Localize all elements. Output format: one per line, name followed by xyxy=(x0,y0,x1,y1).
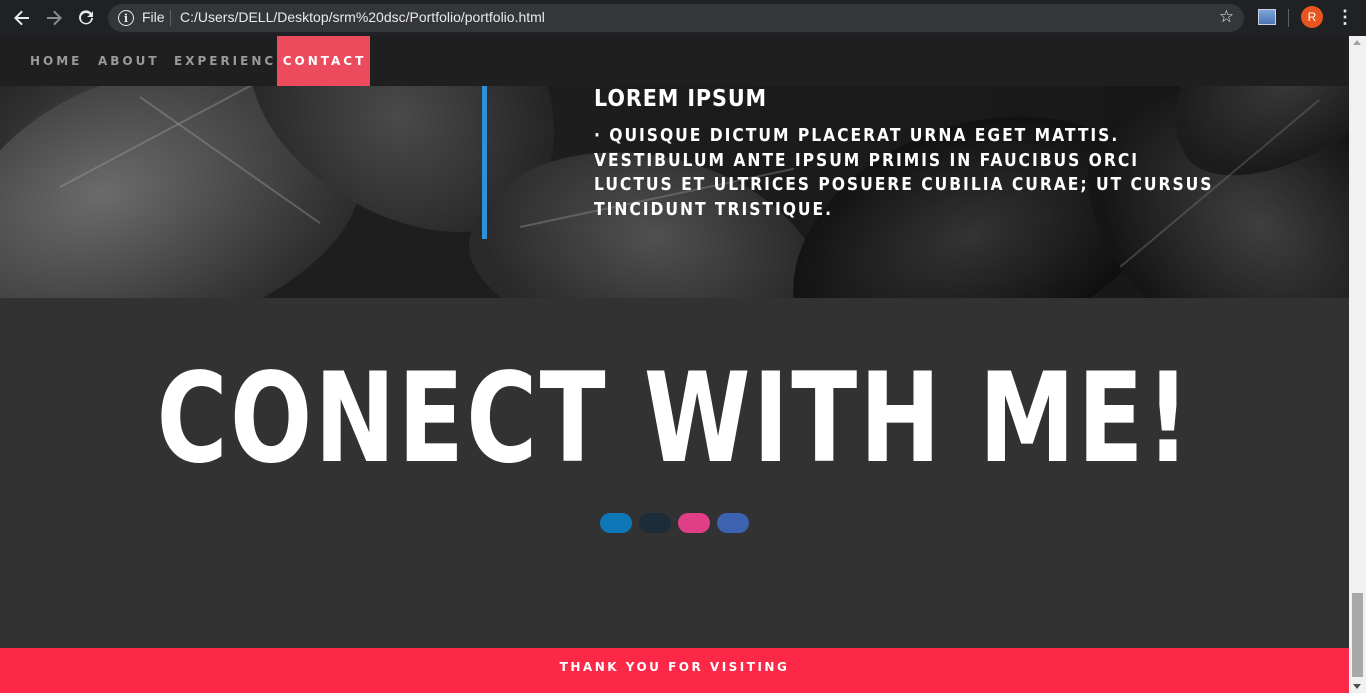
github-button[interactable] xyxy=(639,513,671,533)
star-icon[interactable]: ☆ xyxy=(1219,7,1234,27)
reload-icon[interactable] xyxy=(70,2,102,34)
scroll-thumb[interactable] xyxy=(1352,593,1363,677)
facebook-button[interactable] xyxy=(717,513,749,533)
back-arrow-icon[interactable] xyxy=(6,2,38,34)
footer: THANK YOU FOR VISITING xyxy=(0,648,1349,693)
address-separator xyxy=(170,10,171,26)
url-text[interactable]: C:/Users/DELL/Desktop/srm%20dsc/Portfoli… xyxy=(180,9,545,25)
vertical-scrollbar[interactable] xyxy=(1349,36,1366,693)
page-viewport: LOREM IPSUM · Quisque dictum placerat ur… xyxy=(0,36,1349,693)
top-navbar: HOME ABOUT EXPERIENCE CONTACT xyxy=(0,36,1349,86)
experience-entry-text: · Quisque dictum placerat urna eget matt… xyxy=(594,126,1214,220)
toolbar-separator xyxy=(1288,9,1289,27)
profile-avatar[interactable]: R xyxy=(1301,6,1323,28)
contact-heading: CONECT WITH ME! xyxy=(156,347,1193,491)
info-icon[interactable]: i xyxy=(118,10,134,26)
timeline-accent-bar xyxy=(482,86,487,239)
linkedin-button[interactable] xyxy=(600,513,632,533)
extension-icon[interactable] xyxy=(1258,9,1276,25)
scroll-down-icon[interactable] xyxy=(1353,684,1361,689)
address-bar[interactable]: i File C:/Users/DELL/Desktop/srm%20dsc/P… xyxy=(108,4,1244,32)
browser-toolbar: i File C:/Users/DELL/Desktop/srm%20dsc/P… xyxy=(0,0,1366,36)
scroll-up-icon[interactable] xyxy=(1353,40,1361,45)
nav-contact[interactable]: CONTACT xyxy=(277,36,370,86)
contact-section: CONECT WITH ME! xyxy=(0,298,1349,648)
nav-about[interactable]: ABOUT xyxy=(98,36,160,86)
instagram-button[interactable] xyxy=(678,513,710,533)
url-scheme: File xyxy=(142,9,165,25)
menu-dots-icon[interactable]: ⋮ xyxy=(1336,5,1354,29)
nav-home[interactable]: HOME xyxy=(30,36,82,86)
nav-experience[interactable]: EXPERIENCE xyxy=(174,36,287,86)
experience-entry-title: LOREM IPSUM xyxy=(594,86,768,112)
forward-arrow-icon[interactable] xyxy=(38,2,70,34)
